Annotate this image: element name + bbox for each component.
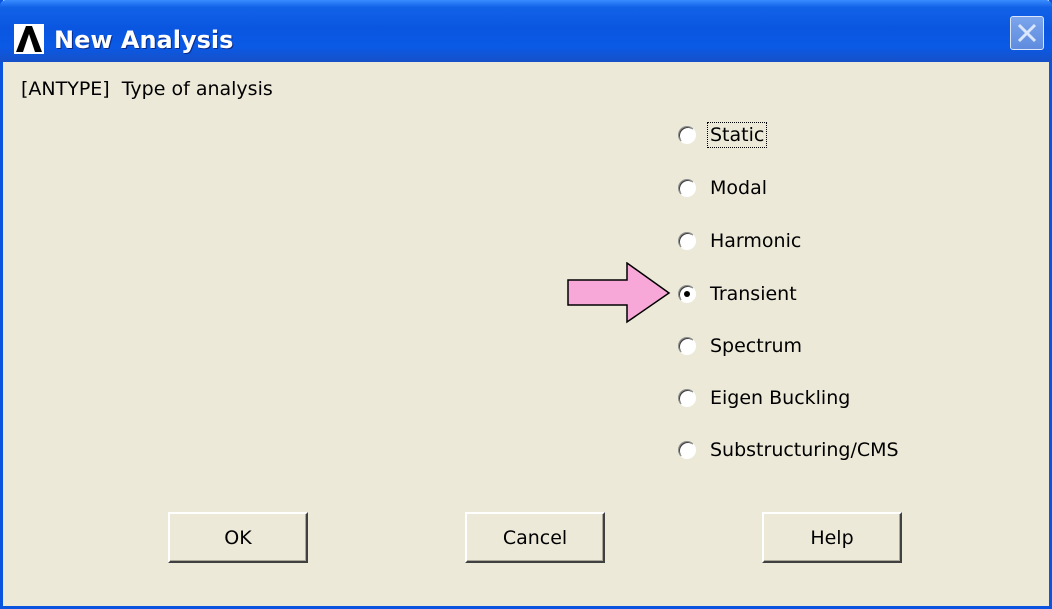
- radio-button[interactable]: [678, 126, 696, 144]
- close-icon: [1017, 23, 1037, 43]
- radio-substructuring-cms[interactable]: Substructuring/CMS: [678, 435, 901, 465]
- radio-label: Harmonic: [710, 230, 802, 252]
- ok-button[interactable]: OK: [168, 512, 308, 563]
- radio-harmonic[interactable]: Harmonic: [678, 226, 803, 256]
- pointer-arrow-icon: [567, 261, 671, 328]
- radio-button[interactable]: [678, 441, 696, 459]
- radio-button[interactable]: [678, 232, 696, 250]
- antype-label: [ANTYPE] Type of analysis: [21, 78, 273, 100]
- window-title: New Analysis: [54, 26, 234, 54]
- close-button[interactable]: [1010, 16, 1044, 50]
- cancel-button[interactable]: Cancel: [465, 512, 605, 563]
- new-analysis-dialog: New Analysis [ANTYPE] Type of analysis S…: [0, 0, 1052, 609]
- radio-label: Spectrum: [710, 335, 803, 357]
- help-button[interactable]: Help: [762, 512, 902, 563]
- radio-modal[interactable]: Modal: [678, 173, 769, 203]
- radio-spectrum[interactable]: Spectrum: [678, 331, 804, 361]
- radio-label: Static: [706, 122, 768, 148]
- radio-static[interactable]: Static: [678, 120, 768, 150]
- radio-button[interactable]: [678, 337, 696, 355]
- radio-eigen-buckling[interactable]: Eigen Buckling: [678, 383, 852, 413]
- radio-button[interactable]: [678, 179, 696, 197]
- title-bar[interactable]: New Analysis: [0, 0, 1052, 62]
- radio-label: Eigen Buckling: [710, 387, 851, 409]
- radio-button-selected[interactable]: [678, 285, 696, 303]
- radio-transient[interactable]: Transient: [678, 279, 799, 309]
- radio-button[interactable]: [678, 389, 696, 407]
- radio-selected-dot: [684, 291, 690, 297]
- radio-label: Substructuring/CMS: [710, 439, 899, 461]
- radio-label: Modal: [710, 177, 767, 199]
- radio-label: Transient: [710, 283, 797, 305]
- ansys-logo-icon: [14, 24, 44, 54]
